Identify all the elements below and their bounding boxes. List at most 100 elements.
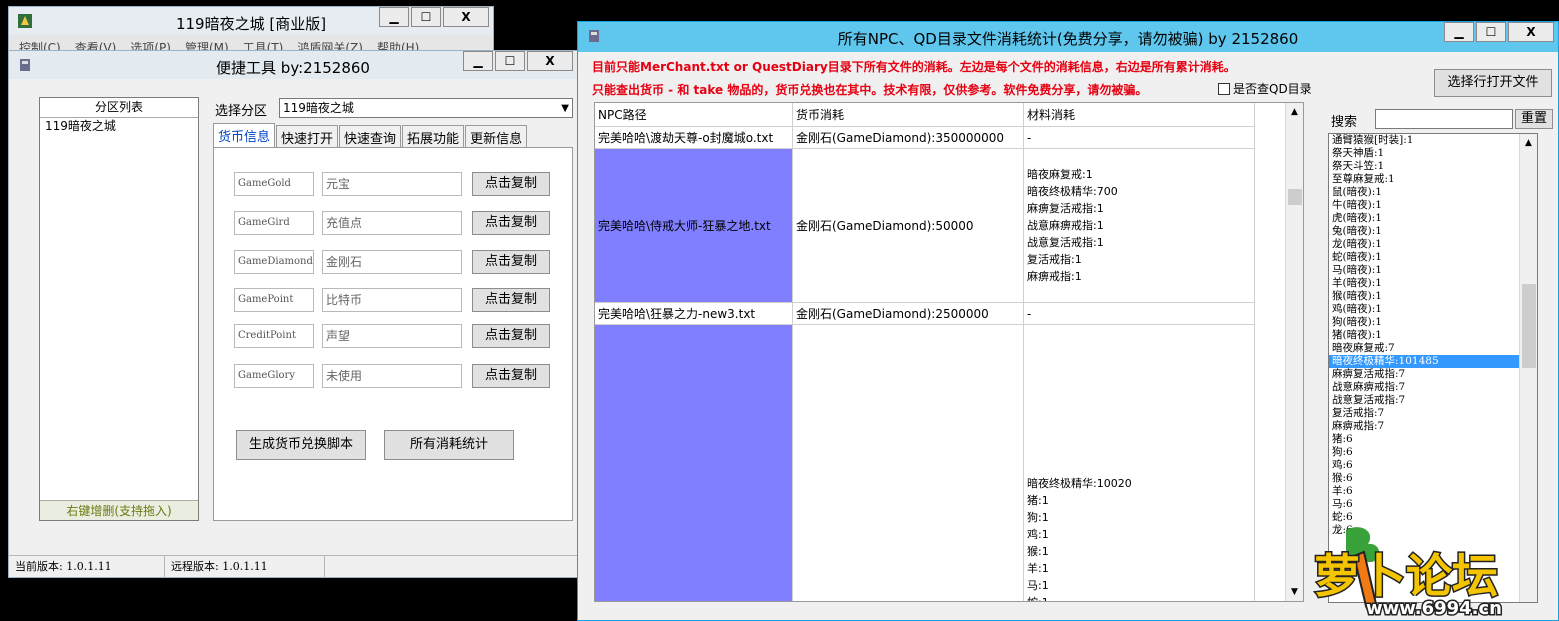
currency-name-field[interactable]: 声望 [322, 324, 462, 348]
list-item[interactable]: 麻痹复活戒指:7 [1329, 368, 1537, 381]
chevron-up-icon[interactable]: ▲ [1286, 103, 1303, 121]
main-app-titlebar[interactable]: 119暗夜之城 [商业版] ▁ ☐ X [9, 7, 493, 35]
quick-tools-titlebar[interactable]: 便捷工具 by:2152860 ▁ ☐ X [9, 51, 577, 79]
currency-key-field[interactable]: GamePoint [234, 288, 314, 312]
close-button[interactable]: X [1508, 22, 1554, 42]
currency-key-field[interactable]: GameGold [234, 172, 314, 196]
qd-directory-checkbox[interactable]: 是否查QD目录 [1218, 80, 1312, 97]
partition-select[interactable]: 119暗夜之城 ▼ [279, 98, 573, 118]
list-item[interactable]: 暗夜麻复戒:7 [1329, 342, 1537, 355]
npc-path-cell [595, 325, 793, 601]
table-scrollbar[interactable]: ▲ ▼ [1285, 103, 1303, 601]
currency-name-field[interactable]: 未使用 [322, 364, 462, 388]
list-item[interactable]: 通臂猿猴[时装]:1 [1329, 134, 1537, 147]
column-header-currency[interactable]: 货币消耗 [793, 103, 1024, 127]
scrollbar-thumb[interactable] [1522, 284, 1536, 368]
list-item[interactable]: 战意麻痹戒指:7 [1329, 381, 1537, 394]
partition-select-value: 119暗夜之城 [283, 101, 354, 115]
table-row[interactable]: 完美哈哈\狂暴之力-new3.txt 金刚石(GameDiamond):2500… [595, 303, 1255, 325]
copy-button[interactable]: 点击复制 [472, 211, 550, 235]
list-item[interactable]: 祭天神盾:1 [1329, 147, 1537, 160]
minimize-button[interactable]: ▁ [463, 51, 493, 71]
list-item[interactable]: 麻痹戒指:7 [1329, 420, 1537, 433]
list-item[interactable]: 鸡(暗夜):1 [1329, 303, 1537, 316]
generate-script-button[interactable]: 生成货币兑换脚本 [236, 430, 366, 460]
chevron-up-icon[interactable]: ▲ [1520, 134, 1537, 152]
list-item[interactable]: 猴(暗夜):1 [1329, 290, 1537, 303]
list-item[interactable]: 猴:6 [1329, 472, 1537, 485]
tab-quick-open[interactable]: 快速打开 [276, 125, 339, 147]
search-input[interactable] [1375, 109, 1513, 129]
list-item[interactable]: 战意复活戒指:7 [1329, 394, 1537, 407]
maximize-button[interactable]: ☐ [1476, 22, 1506, 42]
list-item[interactable]: 羊(暗夜):1 [1329, 277, 1537, 290]
list-item[interactable]: 猪:6 [1329, 433, 1537, 446]
partition-list[interactable]: 分区列表 119暗夜之城 右键增删(支持拖入) [39, 97, 199, 521]
maximize-button[interactable]: ☐ [495, 51, 525, 71]
tab-currency-info[interactable]: 货币信息 [213, 123, 276, 147]
table-row[interactable]: 完美哈哈\渡劫天尊-o封魔城o.txt 金刚石(GameDiamond):350… [595, 127, 1255, 149]
table-row[interactable]: 暗夜终极精华:10020 猪:1 狗:1 鸡:1 猴:1 羊:1 马:1 蛇:1 [595, 325, 1255, 601]
close-button[interactable]: X [443, 7, 489, 27]
stats-titlebar[interactable]: 所有NPC、QD目录文件消耗统计(免费分享，请勿被骗) by 2152860 ▁… [578, 22, 1558, 52]
currency-name-field[interactable]: 充值点 [322, 211, 462, 235]
table-header-row: NPC路径 货币消耗 材料消耗 [595, 103, 1255, 127]
material-cost-cell: 暗夜麻复戒:1 暗夜终极精华:700 麻痹复活戒指:1 战意麻痹戒指:1 战意复… [1024, 149, 1255, 303]
all-consumption-stats-button[interactable]: 所有消耗统计 [384, 430, 514, 460]
list-item[interactable]: 虎(暗夜):1 [1329, 212, 1537, 225]
currency-row: GameGird 充值点 点击复制 [234, 211, 550, 235]
tab-update-info[interactable]: 更新信息 [465, 125, 528, 147]
currency-name-field[interactable]: 元宝 [322, 172, 462, 196]
maximize-button[interactable]: ☐ [411, 7, 441, 27]
table-row[interactable]: 完美哈哈\侍戒大师-狂暴之地.txt 金刚石(GameDiamond):5000… [595, 149, 1255, 303]
tab-quick-query[interactable]: 快速查询 [339, 125, 402, 147]
currency-row: CreditPoint 声望 点击复制 [234, 324, 550, 348]
list-item[interactable]: 鸡:6 [1329, 459, 1537, 472]
copy-button[interactable]: 点击复制 [472, 172, 550, 196]
list-item[interactable]: 狗(暗夜):1 [1329, 316, 1537, 329]
currency-key-field[interactable]: GameGird [234, 211, 314, 235]
totals-scrollbar[interactable]: ▲ [1519, 134, 1537, 602]
main-app-window: 119暗夜之城 [商业版] ▁ ☐ X 控制(C) 查看(V) 选项(P) 管理… [8, 6, 494, 56]
list-item[interactable]: 马(暗夜):1 [1329, 264, 1537, 277]
copy-button[interactable]: 点击复制 [472, 250, 550, 274]
list-item[interactable]: 狗:6 [1329, 446, 1537, 459]
list-item[interactable]: 鼠(暗夜):1 [1329, 186, 1537, 199]
currency-key-field[interactable]: GameDiamond [234, 250, 314, 274]
list-item[interactable]: 至尊麻复戒:1 [1329, 173, 1537, 186]
list-item[interactable]: 兔(暗夜):1 [1329, 225, 1537, 238]
column-header-materials[interactable]: 材料消耗 [1024, 103, 1255, 127]
currency-key-field[interactable]: CreditPoint [234, 324, 314, 348]
partition-list-item[interactable]: 119暗夜之城 [40, 118, 198, 135]
copy-button[interactable]: 点击复制 [472, 288, 550, 312]
checkbox-box[interactable] [1218, 82, 1230, 95]
column-header-path[interactable]: NPC路径 [595, 103, 793, 127]
list-item[interactable]: 龙(暗夜):1 [1329, 238, 1537, 251]
minimize-button[interactable]: ▁ [379, 7, 409, 27]
copy-button[interactable]: 点击复制 [472, 324, 550, 348]
list-item[interactable]: 祭天斗笠:1 [1329, 160, 1537, 173]
list-item[interactable]: 暗夜终极精华:101485 [1329, 355, 1537, 368]
list-item[interactable]: 马:6 [1329, 498, 1537, 511]
stats-title: 所有NPC、QD目录文件消耗统计(免费分享，请勿被骗) by 2152860 [837, 30, 1299, 48]
list-item[interactable]: 复活戒指:7 [1329, 407, 1537, 420]
minimize-button[interactable]: ▁ [1444, 22, 1474, 42]
list-item[interactable]: 牛(暗夜):1 [1329, 199, 1537, 212]
material-line: 战意复活戒指:1 [1027, 236, 1104, 249]
currency-name-field[interactable]: 比特币 [322, 288, 462, 312]
list-item[interactable]: 猪(暗夜):1 [1329, 329, 1537, 342]
chevron-down-icon[interactable]: ▼ [1286, 583, 1303, 601]
close-button[interactable]: X [527, 51, 573, 71]
tab-extensions[interactable]: 拓展功能 [402, 125, 465, 147]
open-selected-file-button[interactable]: 选择行打开文件 [1434, 69, 1552, 97]
currency-cost-cell: 金刚石(GameDiamond):2500000 [793, 303, 1024, 325]
currency-key-field[interactable]: GameGlory [234, 364, 314, 388]
list-item[interactable]: 蛇(暗夜):1 [1329, 251, 1537, 264]
list-item[interactable]: 羊:6 [1329, 485, 1537, 498]
copy-button[interactable]: 点击复制 [472, 364, 550, 388]
scrollbar-thumb[interactable] [1288, 189, 1302, 205]
currency-tab-panel: GameGold 元宝 点击复制 GameGird 充值点 点击复制 GameD… [213, 147, 573, 521]
reset-button[interactable]: 重置 [1515, 109, 1553, 129]
npc-consumption-table[interactable]: NPC路径 货币消耗 材料消耗 完美哈哈\渡劫天尊-o封魔城o.txt 金刚石(… [594, 102, 1304, 602]
currency-name-field[interactable]: 金刚石 [322, 250, 462, 274]
